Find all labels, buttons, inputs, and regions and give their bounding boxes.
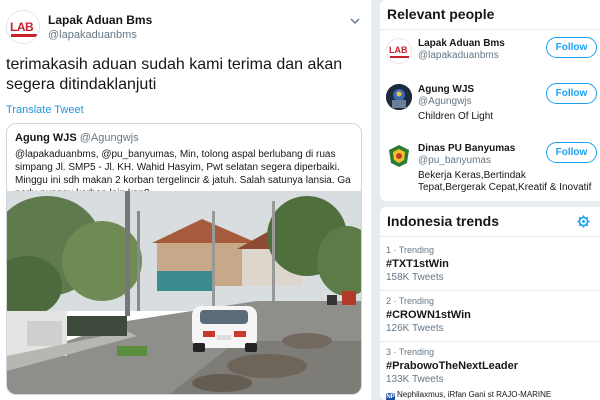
street-photo[interactable]	[7, 191, 361, 395]
quoted-author-name: Agung WJS	[15, 132, 77, 144]
lab-logo-stripe	[390, 56, 409, 58]
trend-item[interactable]: 3 · Trending #PrabowoTheNextLeader 133K …	[386, 347, 596, 386]
author-avatar[interactable]: LAB	[6, 10, 40, 44]
lab-logo-text: LAB	[10, 20, 34, 34]
person-bio: Children Of Light	[418, 111, 494, 122]
trend-count: 158K Tweets	[386, 272, 444, 283]
translate-tweet-link[interactable]: Translate Tweet	[6, 104, 84, 116]
divider	[380, 290, 600, 291]
gear-icon[interactable]	[577, 215, 590, 228]
trend-item[interactable]: 1 · Trending #TXT1stWin 158K Tweets	[386, 245, 596, 284]
follow-button[interactable]: Follow	[546, 142, 597, 163]
trend-item[interactable]: 2 · Trending #CROWN1stWin 126K Tweets	[386, 296, 596, 335]
divider	[380, 29, 600, 30]
lab-logo-stripe	[11, 34, 37, 37]
person-handle: @lapakaduanbms	[418, 50, 499, 61]
tweet-panel: LAB Lapak Aduan Bms @lapakaduanbms terim…	[0, 0, 372, 400]
avatar[interactable]	[386, 84, 412, 110]
author-name[interactable]: Lapak Aduan Bms	[48, 13, 152, 27]
avatar[interactable]: LAB	[386, 38, 412, 64]
person-handle: @pu_banyumas	[418, 155, 491, 166]
trend-hashtag[interactable]: #TXT1stWin	[386, 257, 596, 272]
trend-hashtag[interactable]: #CROWN1stWin	[386, 308, 596, 323]
tweet-text: terimakasih aduan sudah kami terima dan …	[6, 56, 343, 93]
trend-tweeters-text: Nephilaxmus, iRfan Gani st RAJO-MARINE	[397, 390, 552, 399]
divider	[380, 341, 600, 342]
trends-title: Indonesia trends	[387, 213, 500, 229]
author-handle[interactable]: @lapakaduanbms	[48, 29, 137, 41]
quoted-author-handle: @Agungwjs	[79, 132, 139, 144]
trend-count: 133K Tweets	[386, 374, 444, 385]
trend-tweeters: NP Nephilaxmus, iRfan Gani st RAJO-MARINE	[386, 390, 551, 400]
trend-count: 126K Tweets	[386, 323, 444, 334]
person-name[interactable]: Lapak Aduan Bms	[418, 38, 505, 49]
person-name[interactable]: Agung WJS	[418, 84, 474, 95]
np-badge: NP	[386, 393, 395, 400]
trend-meta: 3 · Trending	[386, 347, 435, 357]
quoted-tweet-header: Agung WJS @Agungwjs	[15, 132, 139, 144]
profile-photo-icon	[386, 84, 412, 110]
trends-panel: Indonesia trends 1 · Trending #TXT1stWin…	[380, 207, 600, 400]
lab-logo-text: LAB	[389, 45, 408, 55]
tweet-header: LAB Lapak Aduan Bms @lapakaduanbms	[6, 8, 366, 44]
pu-emblem-icon	[386, 143, 412, 169]
follow-button[interactable]: Follow	[546, 83, 597, 104]
person-name[interactable]: Dinas PU Banyumas	[418, 143, 515, 154]
relevant-people-title: Relevant people	[387, 6, 495, 22]
trend-hashtag[interactable]: #PrabowoTheNextLeader	[386, 359, 596, 374]
avatar[interactable]	[386, 143, 412, 169]
person-handle: @Agungwjs	[418, 96, 472, 107]
person-bio: Bekerja Keras,Bertindak Tepat,Bergerak C…	[418, 170, 592, 193]
trend-meta: 2 · Trending	[386, 296, 435, 306]
follow-button[interactable]: Follow	[546, 37, 597, 58]
relevant-people-panel: Relevant people LAB Lapak Aduan Bms @lap…	[380, 0, 600, 201]
quoted-tweet[interactable]: Agung WJS @Agungwjs @lapakaduanbms, @pu_b…	[6, 123, 362, 395]
chevron-down-icon[interactable]	[348, 14, 362, 28]
divider	[380, 236, 600, 237]
trend-meta: 1 · Trending	[386, 245, 435, 255]
